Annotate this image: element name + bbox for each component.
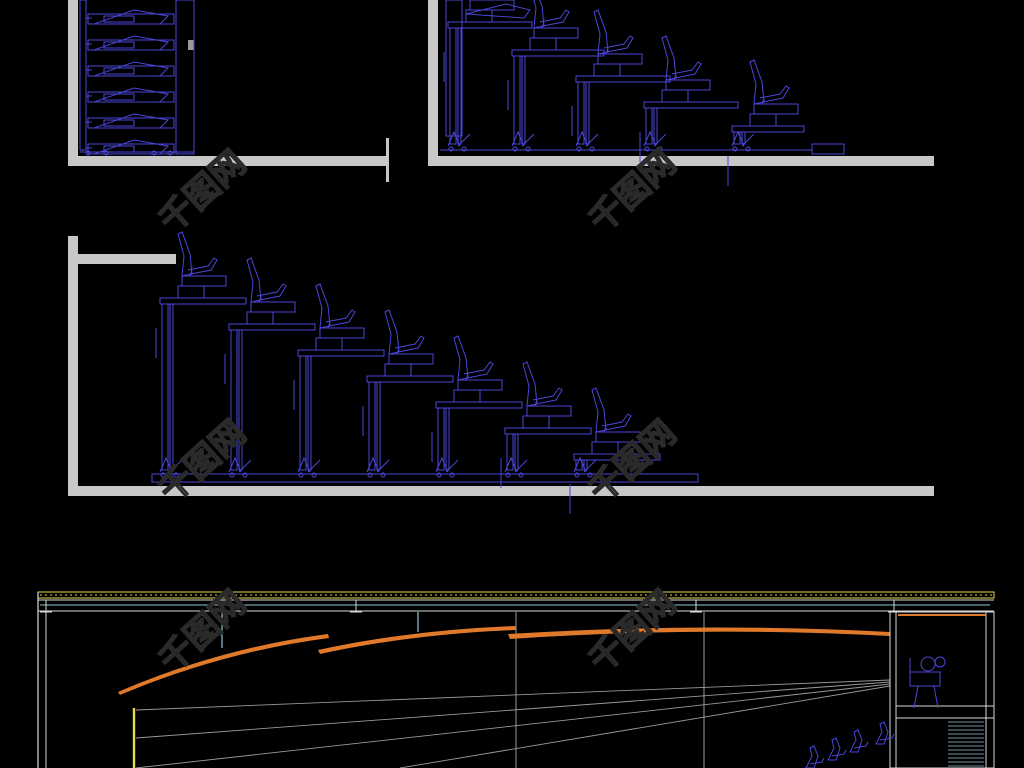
view1-wall-stub bbox=[188, 40, 194, 50]
cad-drawing-canvas: 千图网 千图网千图网 千图网千图网 千图网 bbox=[0, 0, 1024, 768]
view1-wall-cap bbox=[386, 138, 389, 182]
